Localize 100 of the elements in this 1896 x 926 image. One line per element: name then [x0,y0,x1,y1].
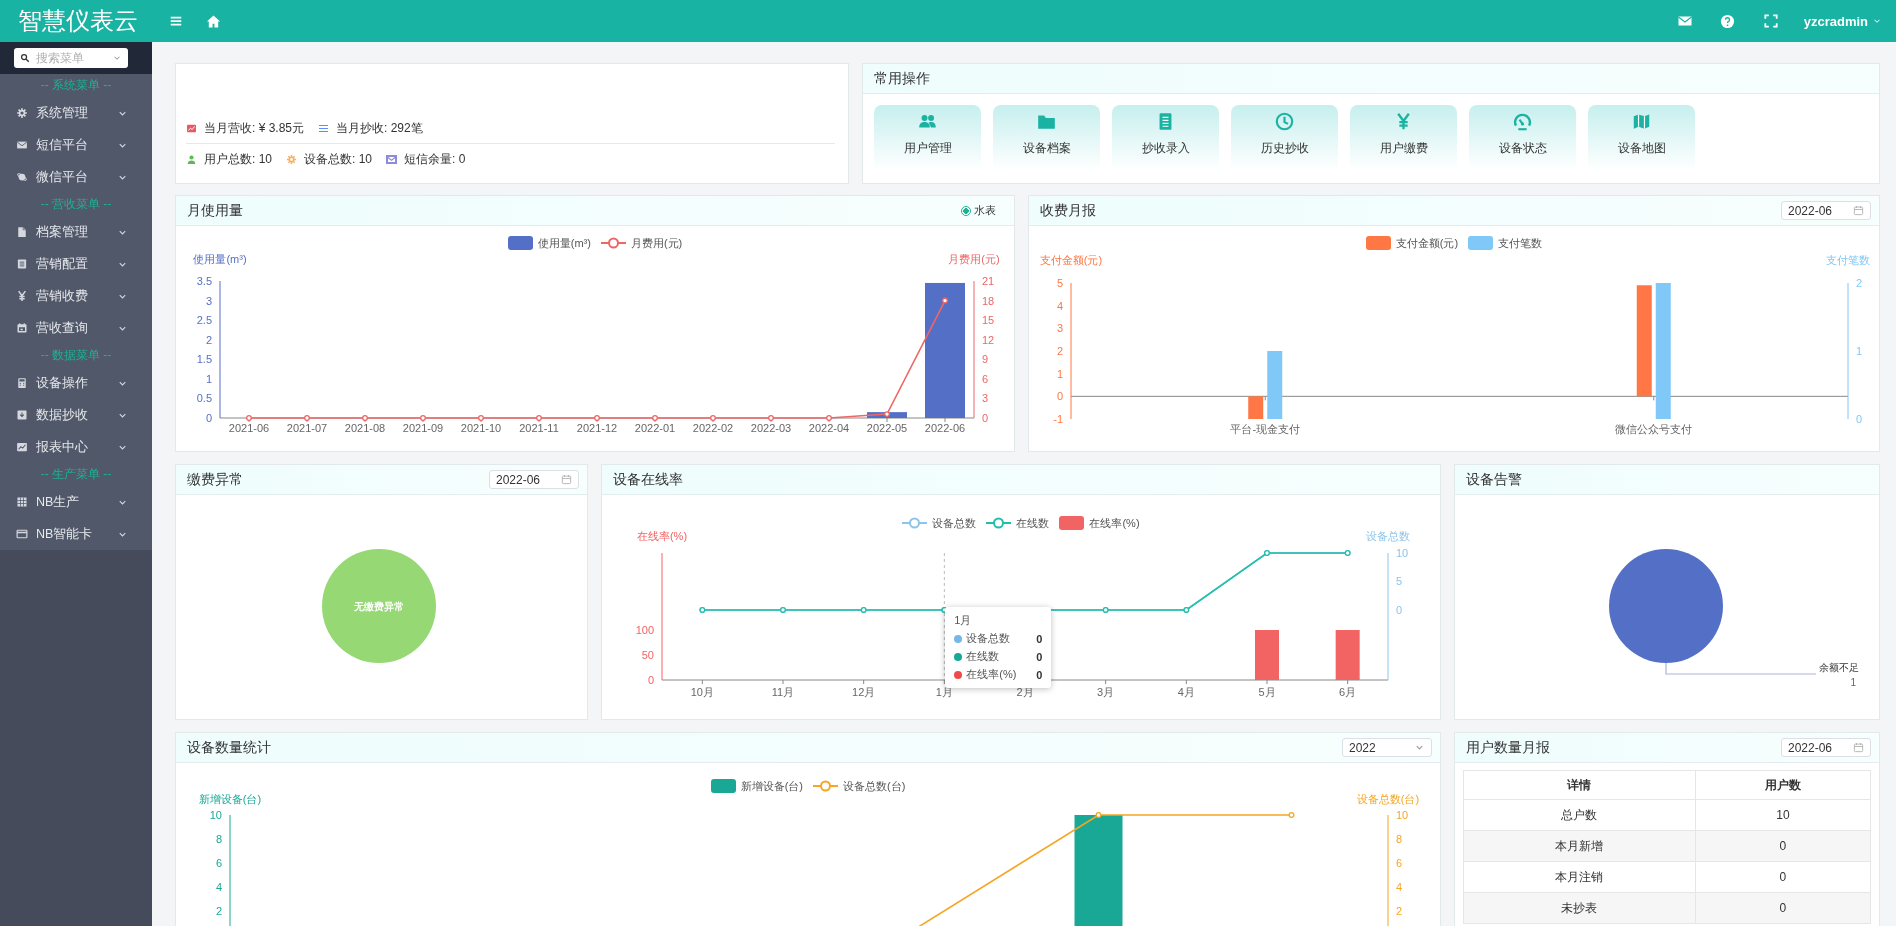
tick-label: 5 [1396,575,1403,588]
stat-label: 设备总数: 10 [304,150,373,168]
tick-label: 1 [1056,367,1063,380]
tooltip-value: 0 [1036,650,1043,663]
category-label: 平台-现金支付 [1230,423,1301,435]
tick-label: 2 [1056,345,1063,357]
category-label: 11月 [771,686,795,698]
table-cell: 未抄表 [1463,892,1696,924]
tick-label: 2 [205,333,212,346]
axis-title: 支付笔数 [1826,254,1870,266]
tick-label: 0.5 [196,392,212,405]
panel-title: 设备在线率 [613,470,683,489]
column-header: 用户数 [1695,770,1871,800]
tooltip-label: 在线数 [966,649,1001,664]
table-cell: 0 [1695,861,1871,893]
menu-section-label: -- 数据菜单 -- [39,347,113,364]
tick-label: 50 [641,649,654,661]
tick-label: 0 [647,674,654,686]
category-label: 2021-11 [519,422,559,434]
menu-section-label: -- 营收菜单 -- [39,196,113,213]
legend-label: 新增设备(台) [740,778,803,794]
tick-label: 10 [1396,547,1409,559]
category-label: 5月 [1258,686,1276,698]
table-cell: 0 [1695,830,1871,862]
tick-label: 4 [1056,299,1063,312]
tick-label: 3 [205,294,212,307]
category-label: 2022-02 [692,422,734,434]
tick-label: 100 [635,624,654,636]
tick-label: 12 [982,333,995,346]
stat-label: 当月抄收: 292笔 [336,119,423,137]
tick-label: 15 [982,314,995,327]
tick-label: 4 [1396,881,1403,893]
category-label: 12月 [852,686,876,698]
menu-section-label: -- 生产菜单 -- [39,466,113,483]
tick-label: 0 [205,412,212,424]
axis-title: 新增设备(台) [198,793,262,805]
axis-title: 设备总数 [1366,530,1410,542]
empty-label: 无缴费异常 [354,601,404,612]
panel-title: 设备数量统计 [187,738,271,757]
legend-label: 月费用(元) [630,235,683,251]
tick-label: 8 [1396,833,1403,845]
tick-label: 21 [982,275,995,287]
app-logo: 智慧仪表云 [17,6,139,36]
tick-label: 1 [205,372,212,385]
tick-label: 18 [982,294,995,307]
menu-section-label: -- 系统菜单 -- [39,77,113,94]
slice-label: 余额不足 [1819,662,1859,673]
table-cell: 0 [1695,892,1871,924]
tick-label: 0 [982,412,989,424]
table-cell: 本月新增 [1463,830,1696,862]
tick-label: 2.5 [196,314,212,327]
category-label: 2021-12 [576,422,618,434]
tick-label: 8 [215,833,222,845]
category-label: 微信公众号支付 [1615,423,1693,435]
tick-label: 6 [215,857,222,869]
table-cell: 10 [1695,799,1871,831]
category-label: 2021-07 [286,422,328,434]
tick-label: -1 [1053,413,1063,425]
category-label: 2021-10 [460,422,502,434]
category-label: 2022-06 [924,422,966,434]
legend-label: 在线率(%) [1089,515,1140,531]
radio-label: 水表 [974,203,996,218]
panel-title: 用户数量月报 [1466,738,1550,757]
category-label: 6月 [1339,686,1357,698]
tick-label: 1 [1856,345,1863,357]
category-label: 2022-05 [866,422,908,434]
tick-label: 3 [1056,322,1063,335]
category-label: 2021-09 [402,422,444,434]
tick-label: 10 [209,809,222,821]
tick-label: 2 [1856,277,1863,289]
axis-title: 在线率(%) [636,530,688,542]
tick-label: 6 [982,372,989,385]
tooltip-value: 0 [1036,632,1043,645]
tick-label: 0 [1056,390,1063,403]
category-label: 10月 [690,686,714,698]
tick-label: 9 [982,353,989,366]
tooltip-value: 0 [1036,668,1043,681]
category-label: 2022-03 [750,422,792,434]
stat-label: 短信余量: 0 [404,150,466,168]
column-header: 详情 [1463,770,1696,800]
slice-value: 1 [1850,677,1856,688]
stat-label: 当月营收: ¥ 3.85元 [204,119,305,137]
panel-title: 收费月报 [1040,201,1096,220]
tick-label: 3.5 [196,275,212,287]
tooltip-title: 1月 [954,613,973,628]
legend-label: 支付金额(元) [1395,235,1459,251]
category-label: 3月 [1097,686,1115,698]
tick-label: 6 [1396,857,1403,869]
tick-label: 0 [1396,603,1403,616]
category-label: 2022-01 [634,422,676,434]
table-cell: 总户数 [1463,799,1696,831]
stat-label: 用户总数: 10 [204,150,272,168]
tick-label: 10 [1396,809,1409,821]
legend-label: 设备总数(台) [843,778,906,794]
tooltip-label: 设备总数 [966,631,1012,646]
axis-title: 使用量(m³) [193,253,247,265]
tooltip-label: 在线率(%) [966,667,1018,682]
tick-label: 3 [982,392,989,405]
axis-title: 设备总数(台) [1356,793,1420,805]
category-label: 2022-04 [808,422,850,434]
